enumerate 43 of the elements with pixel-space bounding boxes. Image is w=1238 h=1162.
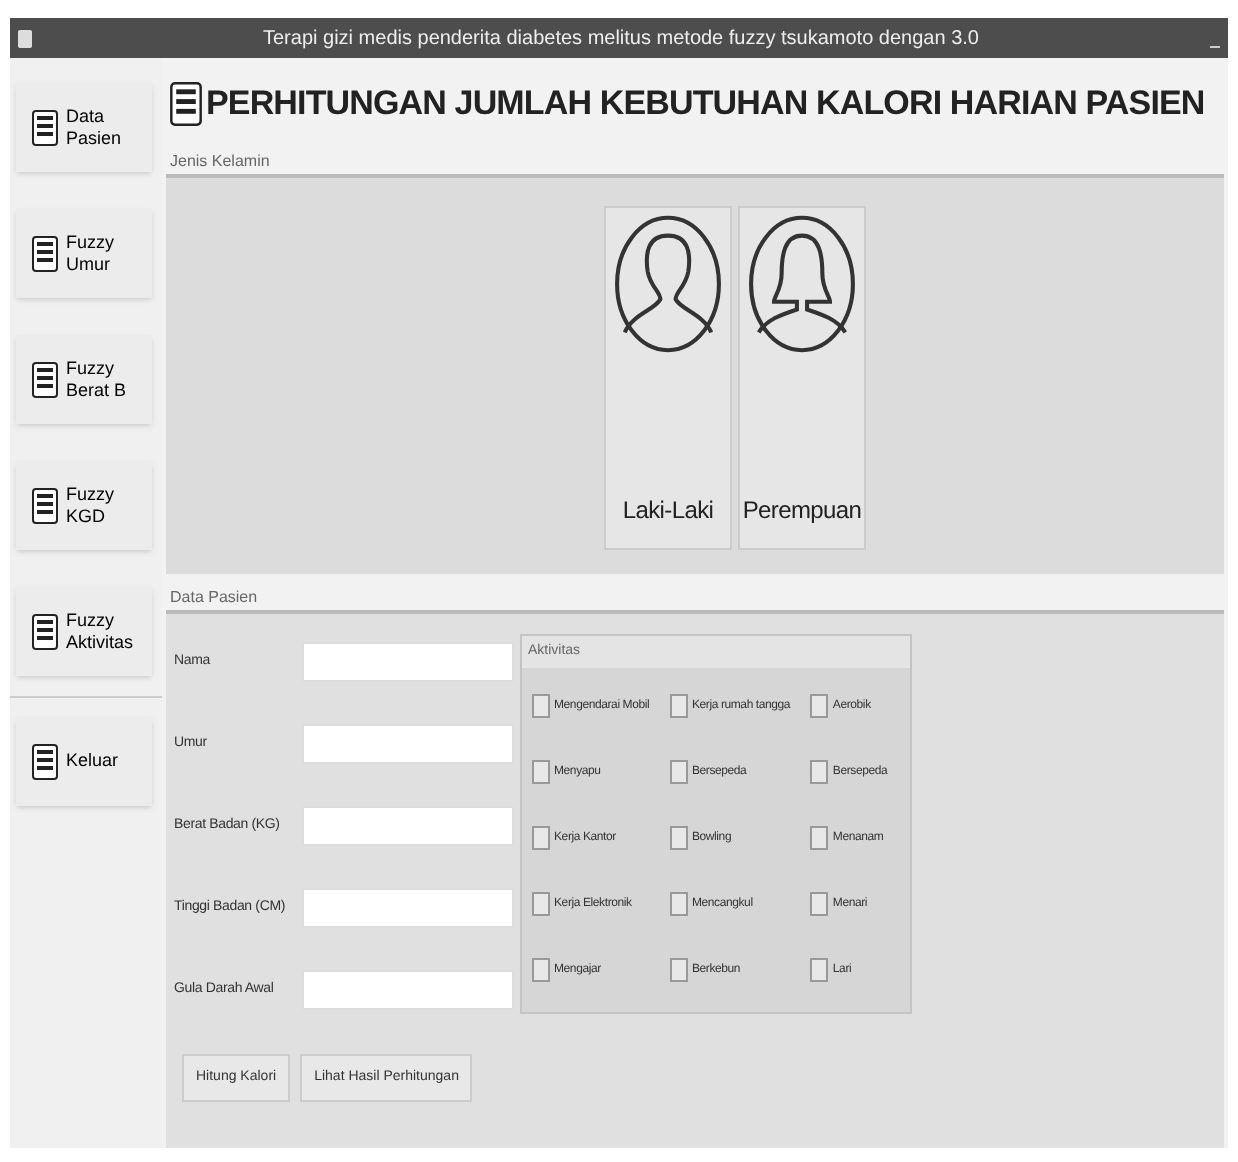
checkbox[interactable] xyxy=(669,892,688,916)
document-icon xyxy=(32,744,58,780)
checkbox[interactable] xyxy=(810,892,829,916)
section-label: Jenis Kelamin xyxy=(168,150,272,174)
person-icon xyxy=(612,212,724,356)
input-field[interactable] xyxy=(302,806,514,846)
section-label: Data Pasien xyxy=(168,586,260,610)
sidebar-item[interactable]: Fuzzy KGD xyxy=(16,462,152,550)
checkbox[interactable] xyxy=(810,826,829,850)
app-icon xyxy=(18,29,32,47)
checkbox[interactable] xyxy=(532,760,550,784)
checkbox[interactable] xyxy=(532,958,550,982)
checkbox[interactable] xyxy=(810,760,829,784)
sidebar-item[interactable]: Data Pasien xyxy=(16,84,152,172)
window-title: Terapi gizi medis penderita diabetes melitus metode fuzzy tsukamoto dengan 3.0 xyxy=(261,25,981,53)
checkbox[interactable] xyxy=(532,892,550,916)
checkbox[interactable] xyxy=(669,958,688,982)
document-icon xyxy=(32,488,58,524)
page-title: PERHITUNGAN JUMLAH KEBUTUHAN KALORI HARIAN PASIEN xyxy=(206,82,1205,127)
checkbox[interactable] xyxy=(532,694,550,718)
gender-button[interactable]: Laki-Laki xyxy=(604,206,732,550)
gender-button[interactable]: Perempuan xyxy=(738,206,866,550)
checkbox[interactable] xyxy=(532,826,550,850)
input-field[interactable] xyxy=(302,970,514,1010)
document-icon xyxy=(170,82,202,126)
input-field[interactable] xyxy=(302,724,514,764)
document-icon xyxy=(32,110,58,146)
checkbox[interactable] xyxy=(810,694,829,718)
minimize-icon[interactable] xyxy=(1210,45,1220,47)
sidebar-item[interactable]: Fuzzy Aktivitas xyxy=(16,588,152,676)
input-field[interactable] xyxy=(302,888,514,928)
checkbox[interactable] xyxy=(669,826,688,850)
checkbox[interactable] xyxy=(669,694,688,718)
checkbox[interactable] xyxy=(810,958,829,982)
document-icon xyxy=(32,362,58,398)
sidebar-item[interactable]: Fuzzy Umur xyxy=(16,210,152,298)
sidebar-item[interactable]: Fuzzy Berat B xyxy=(16,336,152,424)
document-icon xyxy=(32,614,58,650)
checkbox[interactable] xyxy=(669,760,688,784)
document-icon xyxy=(32,236,58,272)
input-field[interactable] xyxy=(302,642,514,682)
person-icon xyxy=(746,212,858,356)
sidebar-item[interactable]: Keluar xyxy=(16,718,152,806)
